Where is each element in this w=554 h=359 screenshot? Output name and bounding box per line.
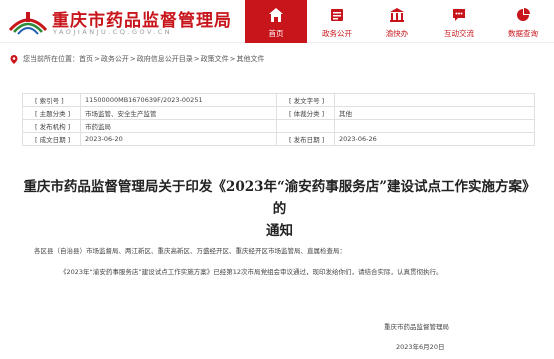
- topic-value: 市场监管、安全生产监管: [80, 106, 277, 120]
- nav-label: 数据查询: [508, 29, 538, 38]
- breadcrumb-separator: >: [129, 55, 136, 63]
- index-no-value: 11500000MB1670639F/2023-00251: [80, 93, 277, 107]
- table-row: [ 发布机构 ] 市药监局: [22, 119, 535, 133]
- logo-icon[interactable]: [6, 6, 50, 36]
- nav-gov-affairs[interactable]: 政务公开: [307, 0, 367, 43]
- article-date: 2023年6月20日: [396, 343, 445, 351]
- breadcrumb: 您当前所在位置： 首页 > 政务公开 > 政府信息公开目录 > 政策文件 > 其…: [10, 54, 265, 64]
- empty-label: [276, 119, 335, 133]
- location-pin-icon: [10, 54, 18, 64]
- breadcrumb-other-docs[interactable]: 其他文件: [237, 54, 265, 64]
- article-title-line1: 重庆市药品监督管理局关于印发《2023年“渝安药事服务店”建设试点工作实施方案》…: [23, 179, 536, 217]
- nav-label: 政务公开: [322, 29, 352, 38]
- topic-label: [ 主题分类 ]: [22, 106, 81, 120]
- published-label: [ 发布日期 ]: [276, 132, 335, 146]
- breadcrumb-separator: >: [193, 55, 200, 63]
- genre-value: 其他: [334, 106, 535, 120]
- doc-no-value: [334, 93, 535, 107]
- table-row: [ 索引号 ] 11500000MB1670639F/2023-00251 [ …: [22, 93, 535, 107]
- site-url: YAOJIANJU.CQ.GOV.CN: [53, 28, 173, 36]
- nav-home[interactable]: 首页: [245, 0, 307, 43]
- government-building-icon: [390, 8, 404, 22]
- breadcrumb-info-catalog[interactable]: 政府信息公开目录: [137, 54, 193, 64]
- home-icon: [269, 8, 283, 22]
- table-row: [ 成文日期 ] 2023-06-20 [ 发布日期 ] 2023-06-26: [22, 132, 535, 146]
- article-body: 《2023年“渝安药事服务店”建设试点工作实施方案》已经第12次市局党组会审议通…: [60, 268, 443, 276]
- chat-bubble-icon: [453, 9, 465, 21]
- nav-label: 互动交流: [444, 29, 474, 38]
- document-info-table: [ 索引号 ] 11500000MB1670639F/2023-00251 [ …: [22, 93, 535, 146]
- breadcrumb-gov-affairs[interactable]: 政务公开: [101, 54, 129, 64]
- nav-label: 首页: [268, 29, 284, 38]
- created-label: [ 成文日期 ]: [22, 132, 81, 146]
- breadcrumb-prefix: 您当前所在位置：: [23, 55, 79, 63]
- pie-chart-icon: [517, 8, 530, 21]
- empty-value: [334, 119, 535, 133]
- nav-yukuaiban[interactable]: 渝快办: [367, 0, 427, 43]
- article-title-line2: 通知: [266, 223, 293, 239]
- genre-label: [ 体裁分类 ]: [276, 106, 335, 120]
- article-title: 重庆市药品监督管理局关于印发《2023年“渝安药事服务店”建设试点工作实施方案》…: [22, 176, 537, 242]
- index-no-label: [ 索引号 ]: [22, 93, 81, 107]
- article-addressee: 各区县（自治县）市场监督局、两江新区、重庆高新区、万盛经开区、重庆经开区市场监管…: [34, 247, 346, 255]
- site-header: 重庆市药品监督管理局 YAOJIANJU.CQ.GOV.CN 首页 政务公开 渝…: [0, 0, 554, 43]
- document-list-icon: [331, 9, 343, 21]
- issuer-value: 市药监局: [80, 119, 277, 133]
- nav-data-query[interactable]: 数据查询: [491, 0, 554, 43]
- nav-label: 渝快办: [385, 29, 409, 38]
- nav-interaction[interactable]: 互动交流: [427, 0, 491, 43]
- doc-no-label: [ 发文字号 ]: [276, 93, 335, 107]
- issuer-label: [ 发布机构 ]: [22, 119, 81, 133]
- breadcrumb-separator: >: [229, 55, 236, 63]
- published-value: 2023-06-26: [334, 132, 535, 146]
- table-row: [ 主题分类 ] 市场监管、安全生产监管 [ 体裁分类 ] 其他: [22, 106, 535, 120]
- created-value: 2023-06-20: [80, 132, 277, 146]
- article-signature: 重庆市药品监督管理局: [384, 323, 449, 331]
- breadcrumb-policy-docs[interactable]: 政策文件: [201, 54, 229, 64]
- main-nav: 首页 政务公开 渝快办 互动交流 数据查询: [245, 0, 554, 43]
- breadcrumb-separator: >: [94, 55, 100, 63]
- breadcrumb-home[interactable]: 首页: [79, 54, 93, 64]
